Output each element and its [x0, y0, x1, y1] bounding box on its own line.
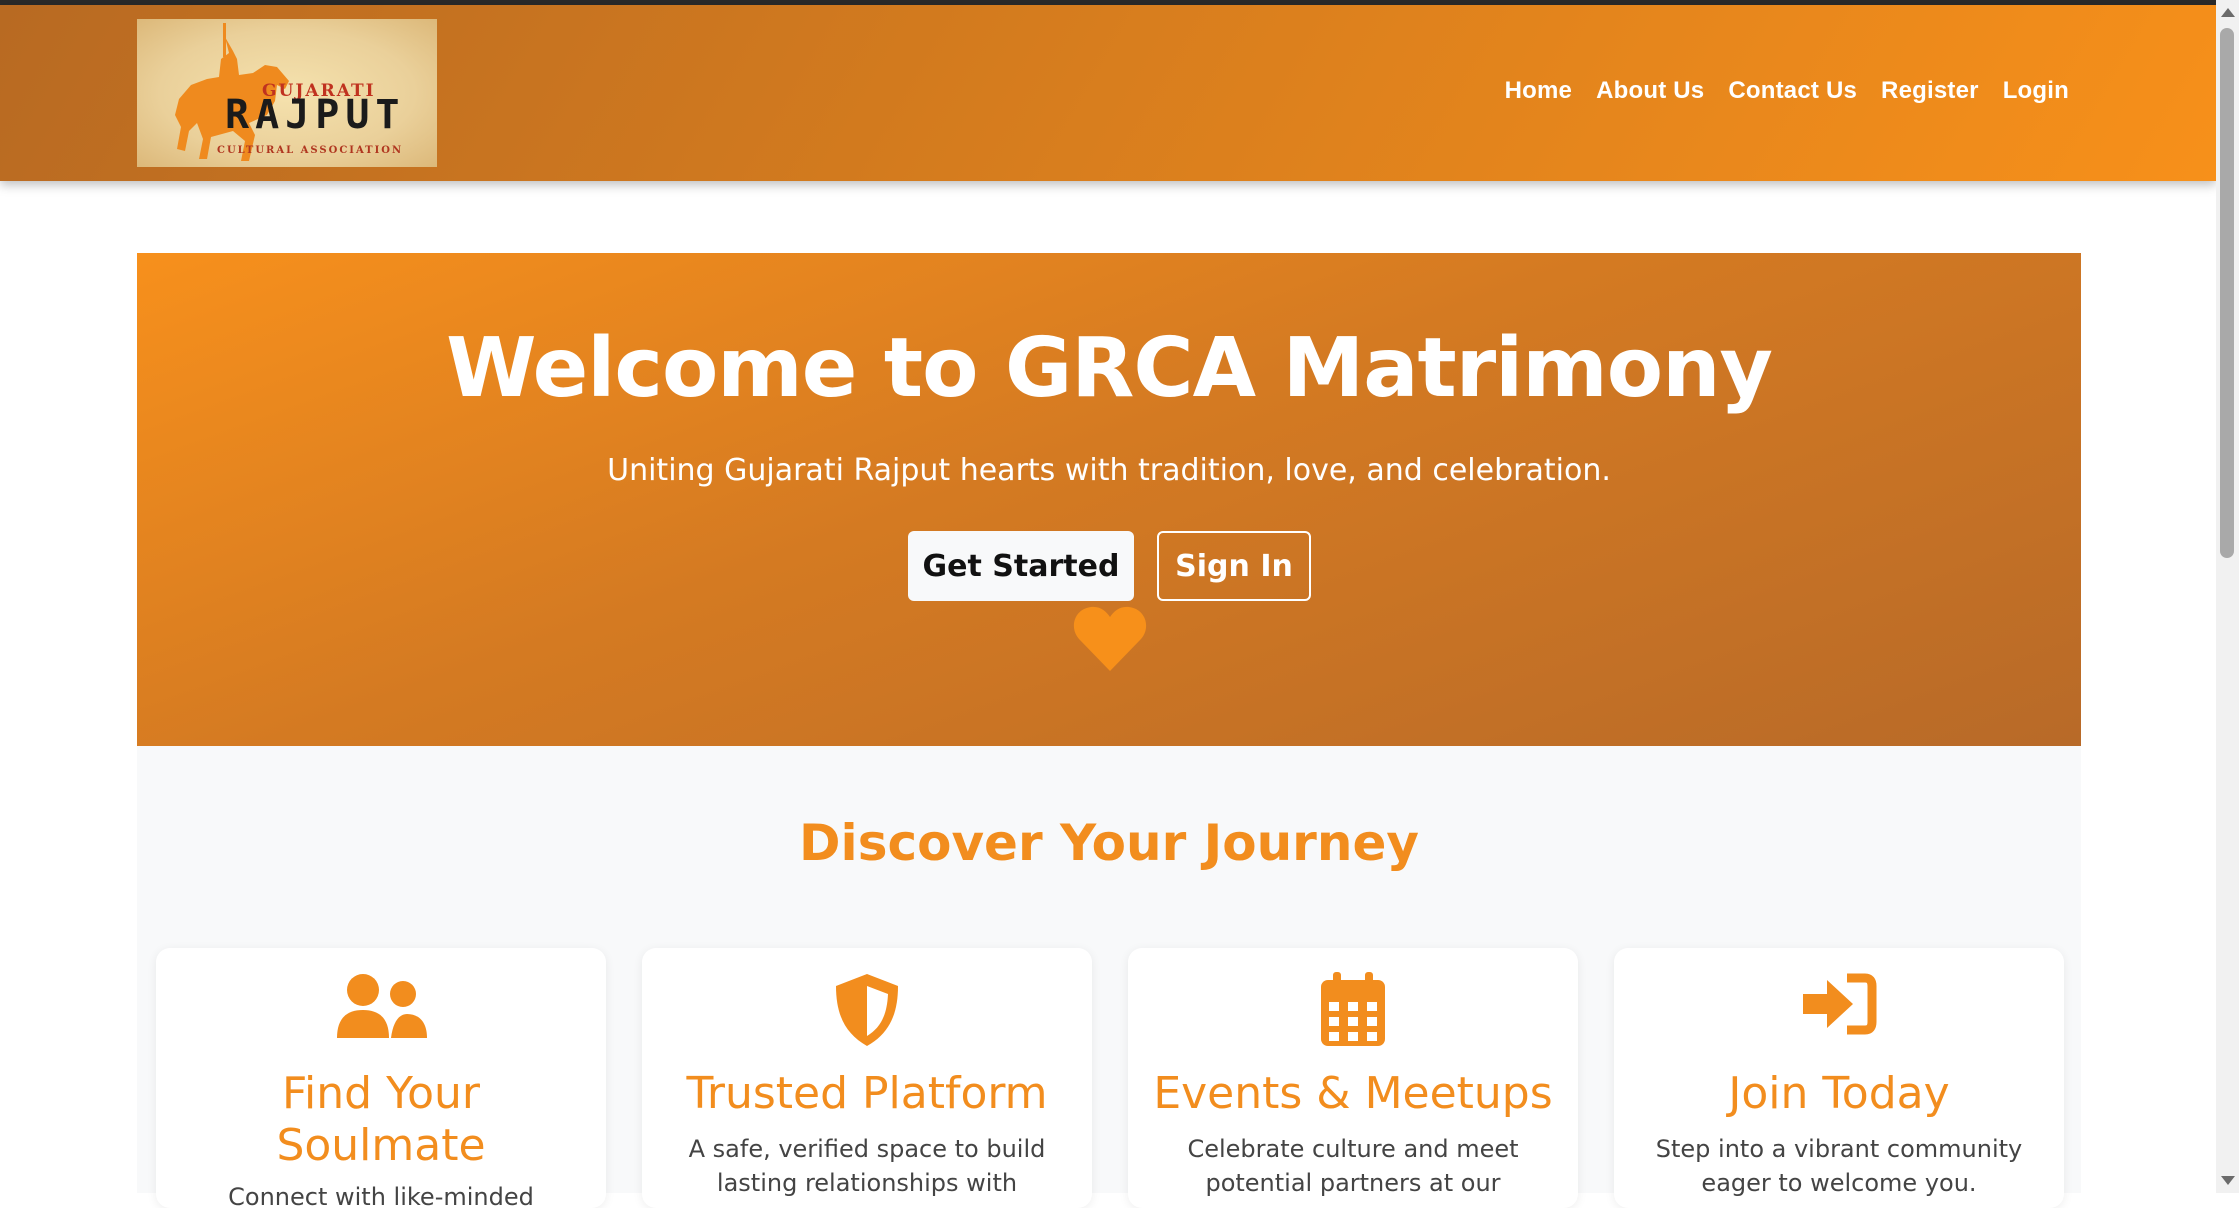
nav-register-link[interactable]: Register [1881, 77, 1979, 105]
feature-card-trusted[interactable]: Trusted Platform A safe, verified space … [642, 948, 1092, 1208]
nav-contact-link[interactable]: Contact Us [1728, 77, 1857, 105]
card-title: Events & Meetups [1153, 1068, 1553, 1119]
journey-section: Discover Your Journey Find Your Soulmate… [137, 746, 2081, 1208]
calendar-icon [1321, 972, 1385, 1046]
card-text: Celebrate culture and meet potential par… [1187, 1135, 1519, 1197]
get-started-button[interactable]: Get Started [908, 531, 1134, 601]
scroll-down-arrow-icon[interactable] [2221, 1176, 2235, 1185]
feature-card-soulmate[interactable]: Find Your Soulmate Connect with like-min… [156, 948, 606, 1208]
card-title: Trusted Platform [686, 1068, 1048, 1119]
journey-title: Discover Your Journey [799, 814, 1419, 872]
scrollbar-thumb[interactable] [2220, 28, 2234, 558]
card-title: Find Your Soulmate [276, 1068, 486, 1171]
main-nav: Home About Us Contact Us Register Login [1505, 77, 2069, 105]
heart-icon [1073, 606, 1147, 671]
card-text: A safe, verified space to build lasting … [688, 1135, 1046, 1197]
logo-bottom-text: CULTURAL ASSOCIATION [217, 145, 404, 156]
navbar: GUJARATI RAJPUT CULTURAL ASSOCIATION Hom… [0, 5, 2216, 181]
nav-home-link[interactable]: Home [1505, 77, 1572, 105]
nav-about-link[interactable]: About Us [1596, 77, 1704, 105]
scroll-up-arrow-icon[interactable] [2221, 8, 2235, 17]
sign-in-icon [1803, 973, 1877, 1035]
hero-subtitle: Uniting Gujarati Rajput hearts with trad… [607, 453, 1611, 488]
hero-section: Welcome to GRCA Matrimony Uniting Gujara… [137, 253, 2081, 746]
users-icon [337, 974, 427, 1038]
sign-in-button[interactable]: Sign In [1157, 531, 1311, 601]
card-title: Join Today [1728, 1068, 1950, 1119]
card-text: Connect with like-minded [228, 1183, 534, 1208]
feature-card-join[interactable]: Join Today Step into a vibrant community… [1614, 948, 2064, 1208]
vertical-scrollbar[interactable] [2216, 0, 2239, 1193]
nav-login-link[interactable]: Login [2003, 77, 2069, 105]
hero-title: Welcome to GRCA Matrimony [446, 321, 1773, 416]
card-text: Step into a vibrant community eager to w… [1655, 1135, 2023, 1197]
site-logo[interactable]: GUJARATI RAJPUT CULTURAL ASSOCIATION [137, 19, 437, 167]
shield-icon [836, 974, 898, 1046]
feature-card-events[interactable]: Events & Meetups Celebrate culture and m… [1128, 948, 1578, 1208]
logo-main-text: RAJPUT [225, 92, 406, 138]
